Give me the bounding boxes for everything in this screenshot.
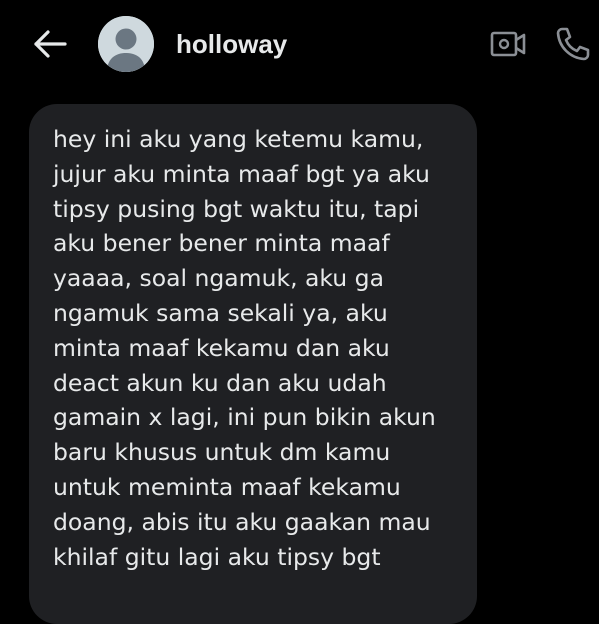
avatar[interactable] — [98, 16, 154, 72]
phone-icon — [556, 27, 590, 61]
video-call-button[interactable] — [489, 26, 529, 62]
message-text: hey ini aku yang ketemu kamu, jujur aku … — [53, 125, 436, 571]
video-camera-icon — [490, 31, 526, 57]
conversation-username[interactable]: holloway — [176, 27, 287, 61]
arrow-left-icon — [34, 30, 67, 58]
back-button[interactable] — [30, 26, 70, 62]
default-avatar-icon — [98, 16, 154, 72]
voice-call-button[interactable] — [553, 24, 593, 64]
received-message-bubble[interactable]: hey ini aku yang ketemu kamu, jujur aku … — [29, 104, 477, 624]
chat-header: holloway — [0, 0, 599, 90]
